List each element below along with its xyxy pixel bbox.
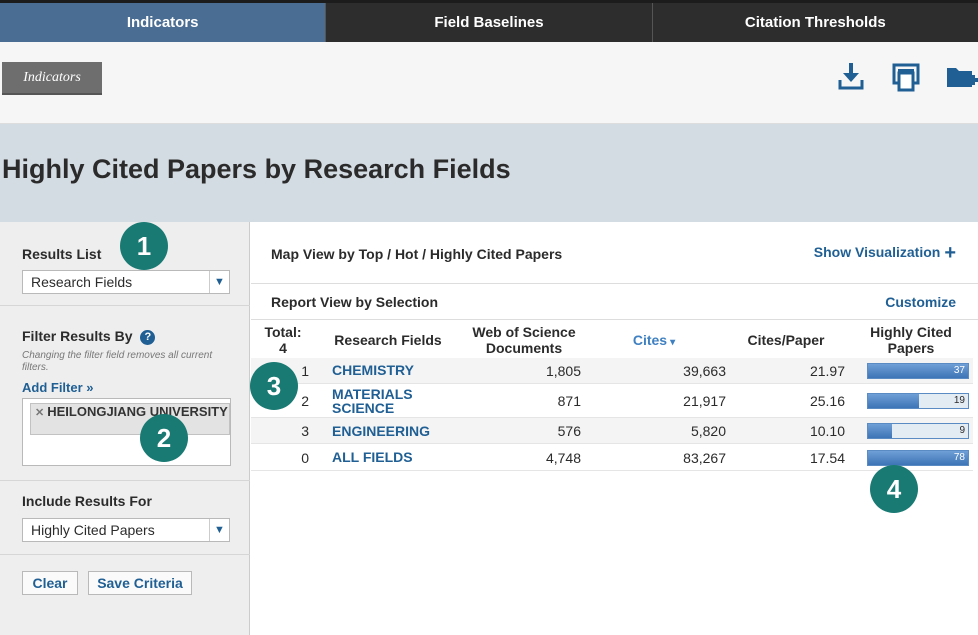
- save-criteria-button[interactable]: Save Criteria: [88, 571, 192, 595]
- cites-cell: 39,663: [683, 363, 726, 379]
- tab-field-baselines[interactable]: Field Baselines: [326, 3, 653, 42]
- cites-per-paper-cell: 21.97: [809, 363, 845, 379]
- column-header-cites-per-paper[interactable]: Cites/Paper: [744, 332, 828, 348]
- cites-cell: 21,917: [683, 393, 726, 409]
- cites-cell: 5,820: [690, 423, 726, 439]
- print-icon[interactable]: [889, 60, 923, 94]
- help-icon[interactable]: ?: [140, 330, 156, 345]
- filter-chip-label: HEILONGJIANG UNIVERSITY: [47, 404, 228, 419]
- tab-indicators[interactable]: Indicators: [0, 3, 327, 42]
- annotation-badge-2: 2: [140, 414, 188, 462]
- add-filter-link[interactable]: Add Filter »: [22, 380, 94, 395]
- cites-per-paper-cell: 25.16: [809, 393, 845, 409]
- chevron-down-icon: ▼: [209, 271, 229, 293]
- close-icon[interactable]: ✕: [35, 407, 44, 419]
- report-view-header: Report View by Selection Customize: [251, 284, 978, 320]
- report-view-title: Report View by Selection: [271, 294, 439, 310]
- annotation-badge-4: 4: [870, 465, 918, 513]
- cites-per-paper-cell: 10.10: [809, 423, 845, 439]
- add-folder-icon[interactable]: [944, 60, 978, 94]
- highly-cited-value: 19: [953, 395, 965, 406]
- filter-results-text: Filter Results By: [22, 328, 133, 344]
- highly-cited-bar: 78: [867, 450, 969, 466]
- documents-cell: 1,805: [545, 363, 581, 379]
- documents-cell: 576: [557, 423, 581, 439]
- include-results-label: Include Results For: [22, 493, 152, 509]
- top-tab-bar: Indicators Field Baselines Citation Thre…: [0, 0, 978, 42]
- include-results-value: Highly Cited Papers: [31, 522, 155, 538]
- highly-cited-bar: 9: [867, 423, 969, 439]
- column-header-highly-cited-papers[interactable]: Highly Cited Papers: [866, 324, 956, 356]
- table-row: 2 MATERIALS SCIENCE 871 21,917 25.16 19: [251, 384, 973, 418]
- annotation-badge-3: 3: [250, 362, 298, 410]
- total-value: 4: [279, 340, 287, 356]
- sort-desc-icon: ▾: [670, 337, 676, 348]
- clear-button[interactable]: Clear: [22, 571, 78, 595]
- results-list-select[interactable]: Research Fields ▼: [22, 270, 230, 294]
- documents-cell: 4,748: [545, 450, 581, 466]
- documents-cell: 871: [557, 393, 581, 409]
- column-header-cites[interactable]: Cites ▾: [624, 332, 684, 351]
- download-icon[interactable]: [834, 60, 868, 94]
- total-label: Total:: [264, 324, 302, 340]
- left-filter-panel: Results List Research Fields ▼ Filter Re…: [0, 222, 250, 635]
- chevron-down-icon: ▼: [209, 519, 229, 541]
- filter-list-box: ✕ HEILONGJIANG UNIVERSITY: [22, 398, 231, 466]
- map-view-header: Map View by Top / Hot / Highly Cited Pap…: [251, 222, 978, 284]
- show-visualization-label: Show Visualization: [813, 244, 941, 260]
- annotation-badge-1: 1: [120, 222, 168, 270]
- highly-cited-value: 37: [953, 365, 965, 376]
- research-field-link[interactable]: ENGINEERING: [332, 424, 442, 438]
- column-header-documents[interactable]: Web of Science Documents: [462, 324, 586, 356]
- research-field-link[interactable]: MATERIALS SCIENCE: [332, 387, 442, 415]
- results-list-label: Results List: [22, 246, 102, 262]
- rank-cell: 0: [301, 450, 309, 466]
- research-field-link[interactable]: ALL FIELDS: [332, 450, 442, 464]
- highly-cited-bar-fill: [868, 424, 892, 438]
- include-results-select[interactable]: Highly Cited Papers ▼: [22, 518, 230, 542]
- breadcrumb[interactable]: Indicators: [2, 62, 102, 95]
- sub-header: Indicators: [0, 42, 978, 124]
- highly-cited-bar-fill: [868, 394, 919, 408]
- cites-header-label: Cites: [632, 332, 668, 348]
- map-view-title: Map View by Top / Hot / Highly Cited Pap…: [271, 246, 563, 262]
- cites-cell: 83,267: [683, 450, 726, 466]
- highly-cited-value: 78: [953, 452, 965, 463]
- cites-per-paper-cell: 17.54: [809, 450, 845, 466]
- results-list-value: Research Fields: [31, 274, 133, 290]
- highly-cited-bar: 37: [867, 363, 969, 379]
- table-row: 3 ENGINEERING 576 5,820 10.10 9: [251, 418, 973, 444]
- highly-cited-value: 9: [959, 425, 965, 436]
- column-header-research-fields[interactable]: Research Fields: [330, 332, 446, 348]
- total-header: Total: 4: [262, 324, 304, 356]
- table-row: 1 CHEMISTRY 1,805 39,663 21.97 37: [251, 358, 973, 384]
- tab-citation-thresholds[interactable]: Citation Thresholds: [653, 3, 978, 42]
- include-section: Include Results For Highly Cited Papers …: [0, 481, 250, 555]
- research-field-link[interactable]: CHEMISTRY: [332, 363, 442, 377]
- table-row: 0 ALL FIELDS 4,748 83,267 17.54 78: [251, 444, 973, 471]
- page-title: Highly Cited Papers by Research Fields: [2, 154, 511, 184]
- highly-cited-bar: 19: [867, 393, 969, 409]
- rank-cell: 3: [301, 423, 309, 439]
- customize-link[interactable]: Customize: [885, 294, 956, 310]
- show-visualization-link[interactable]: Show Visualization +: [813, 243, 956, 263]
- filter-chip: ✕ HEILONGJIANG UNIVERSITY: [30, 403, 230, 435]
- title-band: Highly Cited Papers by Research Fields: [0, 124, 978, 222]
- filter-results-label: Filter Results By ?: [22, 328, 156, 345]
- plus-icon: +: [944, 242, 956, 264]
- filter-note: Changing the filter field removes all cu…: [22, 350, 213, 373]
